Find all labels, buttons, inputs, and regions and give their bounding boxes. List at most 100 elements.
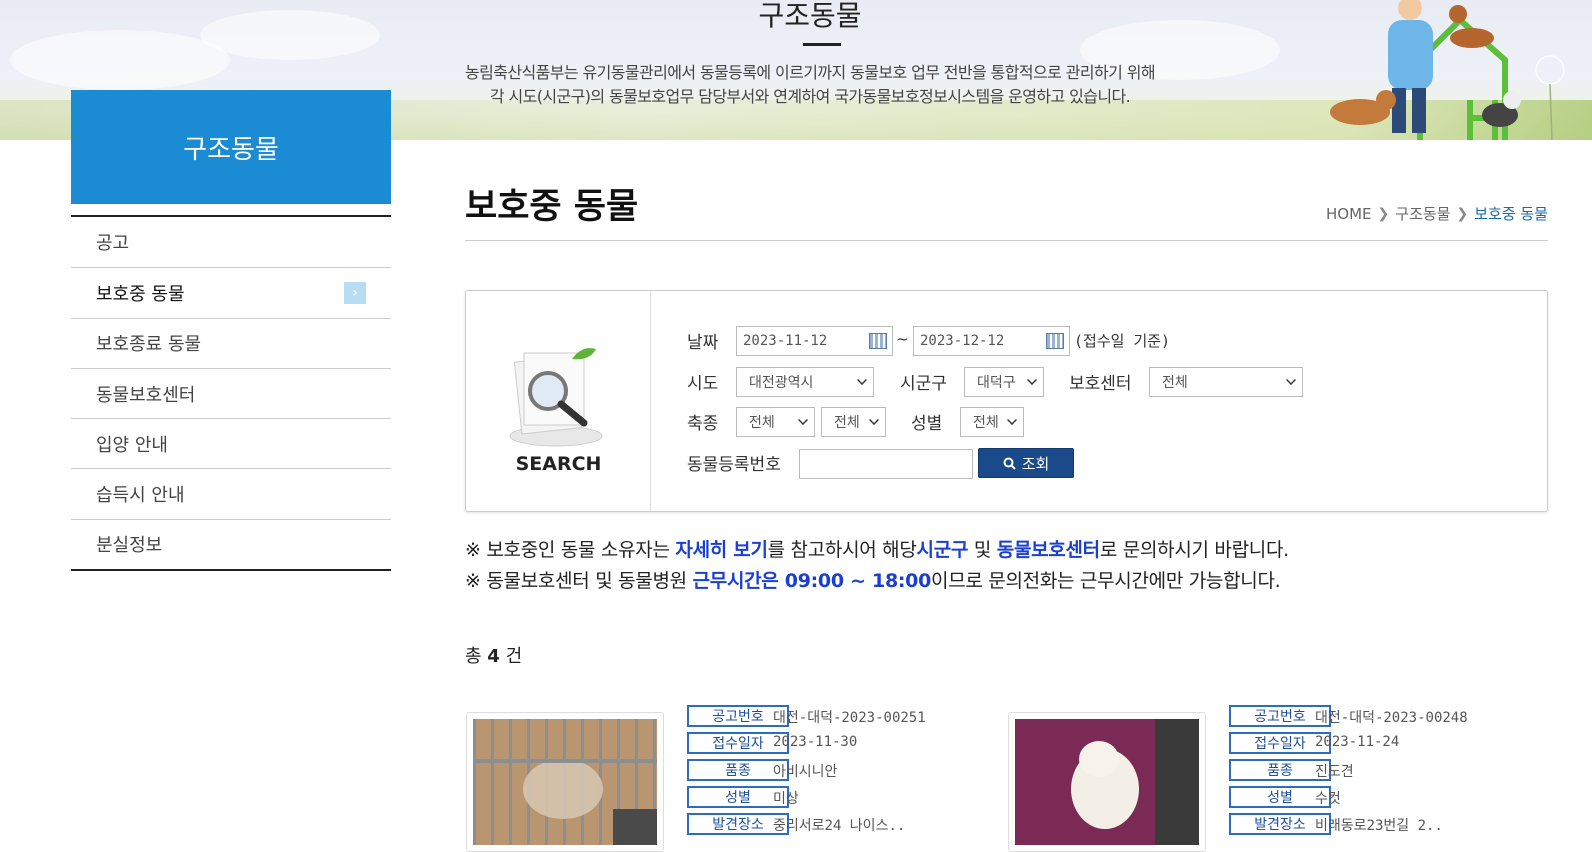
result-notice-no: 대전-대덕-2023-00248 — [1315, 710, 1468, 726]
notice-highlight-sigungu: 시군구 — [916, 539, 969, 561]
species-select-value: 전체 — [749, 415, 775, 431]
result-sex: 수컷 — [1315, 791, 1341, 807]
chevron-down-icon — [1027, 375, 1037, 385]
breadcrumb-current: 보호중 동물 — [1474, 205, 1548, 223]
sigungu-select-value: 대덕구 — [977, 375, 1016, 391]
result-found-place: 중리서로24 나이스.. — [773, 818, 906, 834]
notice-text: 이므로 문의전화는 근무시간에만 가능합니다. — [931, 570, 1281, 592]
breadcrumb: HOME ❯ 구조동물 ❯ 보호중 동물 — [1326, 203, 1548, 224]
search-panel: SEARCH — [465, 290, 1548, 512]
title-divider — [465, 240, 1548, 241]
species-label: 축종 — [687, 414, 719, 434]
sidebar-item-protection-ended[interactable]: 보호종료 동물 — [71, 317, 391, 368]
total-number: 4 — [487, 646, 500, 667]
notice-mark: ※ — [465, 570, 481, 592]
date-label: 날짜 — [687, 333, 719, 353]
breadcrumb-home[interactable]: HOME — [1326, 205, 1372, 223]
calendar-icon[interactable] — [869, 333, 887, 349]
sidebar-item-label: 보호종료 동물 — [96, 334, 202, 356]
notice-text: 및 — [968, 539, 997, 561]
chevron-down-icon — [857, 375, 867, 385]
chevron-right-icon: › — [344, 282, 366, 305]
chevron-down-icon — [1286, 375, 1296, 385]
sex-select[interactable]: 전체 — [960, 407, 1024, 437]
center-select[interactable]: 전체 — [1149, 367, 1303, 397]
chevron-right-icon: ❯ — [1456, 205, 1469, 222]
total-prefix: 총 — [465, 646, 482, 667]
animal-photo — [473, 719, 657, 845]
search-panel-left: SEARCH — [466, 291, 651, 511]
banner-desc-line2: 각 시도(시군구)의 동물보호업무 담당부서와 연계하여 국가동물보호정보시스템… — [489, 87, 1131, 106]
search-icon — [1003, 457, 1016, 470]
reg-number-label: 동물등록번호 — [687, 455, 781, 475]
date-separator: ~ — [896, 330, 909, 348]
sidebar-item-label: 분실정보 — [96, 535, 163, 557]
sido-select-value: 대전광역시 — [749, 375, 814, 391]
result-received: 2023-11-24 — [1315, 734, 1400, 750]
date-from-value: 2023-11-12 — [743, 333, 828, 349]
sigungu-select[interactable]: 대덕구 — [964, 367, 1044, 397]
total-suffix: 건 — [505, 646, 523, 667]
sidebar-item-shelters[interactable]: 동물보호센터 — [71, 367, 391, 418]
date-from-field[interactable]: 2023-11-12 — [736, 326, 893, 356]
notice-line-1: ※ 보호중인 동물 소유자는 자세히 보기를 참고하시어 해당시군구 및 동물보… — [465, 535, 1289, 562]
search-label: SEARCH — [515, 453, 602, 475]
page-title: 보호중 동물 — [465, 187, 639, 227]
sidebar-item-protected-animals[interactable]: 보호중 동물 › — [71, 267, 391, 317]
breed-select[interactable]: 전체 — [821, 407, 886, 437]
banner-illustration — [1330, 0, 1565, 140]
sidebar-item-label: 입양 안내 — [96, 434, 168, 456]
sidebar-menu: 공고 보호중 동물 › 보호종료 동물 동물보호센터 입양 안내 습득시 안내 분… — [71, 215, 391, 572]
search-magnifier-icon — [509, 348, 603, 447]
sigungu-label: 시군구 — [900, 374, 947, 394]
chevron-right-icon: ❯ — [1377, 205, 1390, 222]
notice-text: 를 참고하시어 해당 — [767, 539, 917, 561]
reg-number-input[interactable] — [799, 449, 973, 479]
notice-line-2: ※ 동물보호센터 및 동물병원 근무시간은 09:00 ~ 18:00이므로 문… — [465, 566, 1281, 593]
banner-divider — [803, 43, 841, 46]
banner-description: 농림축산식품부는 유기동물관리에서 동물등록에 이르기까지 동물보호 업무 전반… — [420, 61, 1200, 109]
center-select-value: 전체 — [1162, 375, 1188, 391]
sidebar-item-lost-info[interactable]: 분실정보 — [71, 518, 391, 569]
notice-mark: ※ — [465, 539, 481, 561]
result-sex: 미상 — [773, 791, 799, 807]
total-count: 총 4 건 — [465, 642, 522, 668]
result-thumbnail[interactable] — [1008, 712, 1206, 852]
sidebar-title: 구조동물 — [71, 90, 391, 204]
result-found-place: 비래동로23번길 2.. — [1315, 818, 1443, 834]
calendar-icon[interactable] — [1046, 333, 1064, 349]
date-to-value: 2023-12-12 — [920, 333, 1005, 349]
center-label: 보호센터 — [1069, 374, 1132, 394]
sex-select-value: 전체 — [973, 415, 999, 431]
chevron-down-icon — [798, 415, 808, 425]
sidebar-item-adoption-guide[interactable]: 입양 안내 — [71, 418, 391, 468]
banner-desc-line1: 농림축산식품부는 유기동물관리에서 동물등록에 이르기까지 동물보호 업무 전반… — [465, 63, 1156, 82]
notice-highlight-hours: 근무시간은 09:00 ~ 18:00 — [692, 570, 932, 592]
sidebar-item-label: 보호중 동물 — [96, 283, 185, 305]
result-thumbnail[interactable] — [466, 712, 664, 852]
notice-text: 로 문의하시기 바랍니다. — [1099, 539, 1289, 561]
notice-text: 동물보호센터 및 동물병원 — [486, 570, 693, 592]
result-breed: 아비시니안 — [773, 764, 838, 780]
sido-select[interactable]: 대전광역시 — [736, 367, 874, 397]
date-note: (접수일 기준) — [1074, 332, 1171, 350]
sidebar-item-label: 동물보호센터 — [96, 384, 196, 406]
notice-highlight-detail: 자세히 보기 — [675, 539, 768, 561]
animal-photo — [1015, 719, 1199, 845]
sex-label: 성별 — [911, 414, 943, 434]
search-button[interactable]: 조회 — [978, 448, 1074, 478]
result-notice-no: 대전-대덕-2023-00251 — [773, 710, 926, 726]
sidebar-item-notice[interactable]: 공고 — [71, 217, 391, 267]
date-to-field[interactable]: 2023-12-12 — [913, 326, 1070, 356]
search-button-label: 조회 — [1021, 454, 1050, 473]
result-received: 2023-11-30 — [773, 734, 858, 750]
breadcrumb-level1[interactable]: 구조동물 — [1395, 203, 1450, 224]
notice-highlight-center: 동물보호센터 — [996, 539, 1100, 561]
chevron-down-icon — [869, 415, 879, 425]
breed-select-value: 전체 — [834, 415, 860, 431]
sido-label: 시도 — [687, 374, 719, 394]
sidebar-item-found-guide[interactable]: 습득시 안내 — [71, 468, 391, 518]
species-select[interactable]: 전체 — [736, 407, 815, 437]
sidebar-item-label: 공고 — [96, 233, 130, 255]
chevron-down-icon — [1007, 415, 1017, 425]
